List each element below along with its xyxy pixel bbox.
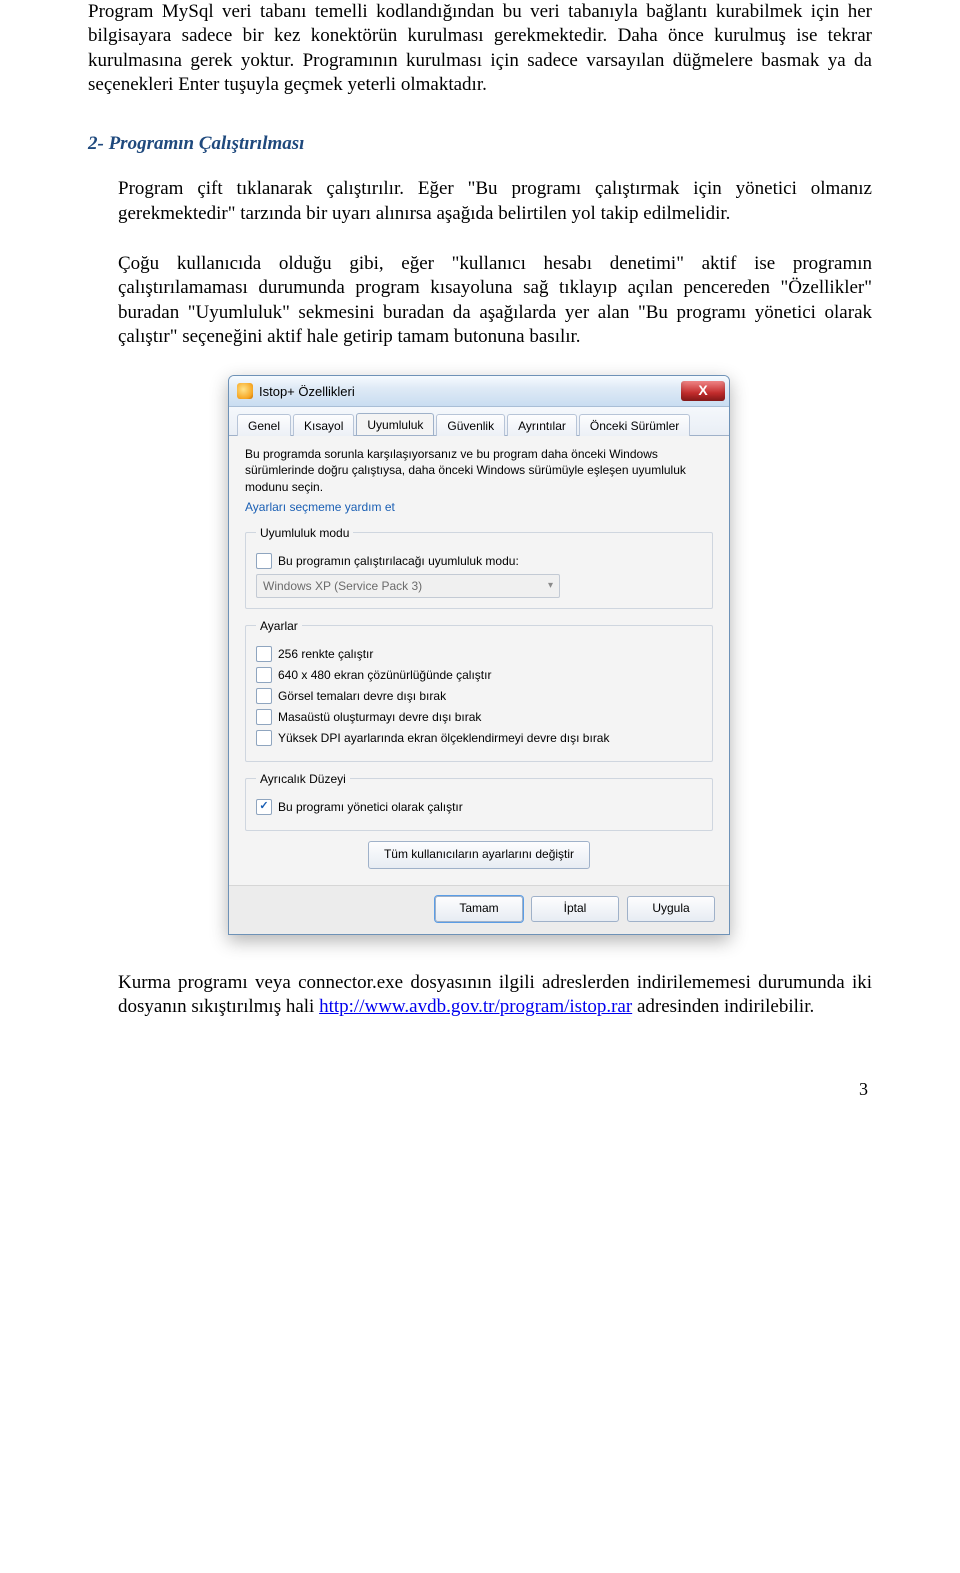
group-privilege: Ayrıcalık Düzeyi Bu programı yönetici ol… [245,772,713,831]
tab-security[interactable]: Güvenlik [436,414,505,436]
chk-disable-dpi-scaling[interactable] [256,730,272,746]
cancel-button[interactable]: İptal [531,896,619,922]
dialog-titlebar: Istop+ Özellikleri X [229,376,729,407]
tab-compatibility[interactable]: Uyumluluk [356,413,434,435]
paragraph-2: Program çift tıklanarak çalıştırılır. Eğ… [118,177,872,226]
group-privilege-legend: Ayrıcalık Düzeyi [256,772,350,786]
tab-previous-versions[interactable]: Önceki Sürümler [579,414,690,436]
compat-mode-combo[interactable]: Windows XP (Service Pack 3) ▾ [256,574,560,598]
apply-button[interactable]: Uygula [627,896,715,922]
chk-disable-themes[interactable] [256,688,272,704]
chk-run-as-admin[interactable] [256,799,272,815]
group-compat-mode: Uyumluluk modu Bu programın çalıştırılac… [245,526,713,609]
tab-details[interactable]: Ayrıntılar [507,414,577,436]
tab-shortcut[interactable]: Kısayol [293,414,354,436]
compat-intro: Bu programda sorunla karşılaşıyorsanız v… [245,446,713,495]
compat-mode-label: Bu programın çalıştırılacağı uyumluluk m… [278,554,519,568]
close-button[interactable]: X [681,381,725,401]
tabstrip: Genel Kısayol Uyumluluk Güvenlik Ayrıntı… [229,407,729,435]
compat-mode-checkbox[interactable] [256,553,272,569]
paragraph-4: Kurma programı veya connector.exe dosyas… [118,971,872,1020]
dialog-button-row: Tamam İptal Uygula [229,885,729,934]
chevron-down-icon: ▾ [548,580,553,591]
chk-640x480[interactable] [256,667,272,683]
chk-256-colors[interactable] [256,646,272,662]
change-all-users-button[interactable]: Tüm kullanıcıların ayarlarını değiştir [368,841,590,869]
help-link[interactable]: Ayarları seçmeme yardım et [245,500,395,514]
download-link[interactable]: http://www.avdb.gov.tr/program/istop.rar [319,996,632,1017]
paragraph-1: Program MySql veri tabanı temelli kodlan… [88,0,872,97]
paragraph-3: Çoğu kullanıcıda olduğu gibi, eğer "kull… [118,252,872,349]
label-disable-themes: Görsel temaları devre dışı bırak [278,689,446,703]
label-256-colors: 256 renkte çalıştır [278,647,373,661]
dialog-body: Bu programda sorunla karşılaşıyorsanız v… [229,435,729,885]
group-compat-legend: Uyumluluk modu [256,526,353,540]
label-run-as-admin: Bu programı yönetici olarak çalıştır [278,800,463,814]
chk-disable-composition[interactable] [256,709,272,725]
section-heading-2: 2- Programın Çalıştırılması [88,133,872,155]
group-settings-legend: Ayarlar [256,619,302,633]
properties-dialog: Istop+ Özellikleri X Genel Kısayol Uyuml… [228,375,730,935]
paragraph-4b: adresinden indirilebilir. [637,996,814,1017]
group-settings: Ayarlar 256 renkte çalıştır 640 x 480 ek… [245,619,713,762]
label-640x480: 640 x 480 ekran çözünürlüğünde çalıştır [278,668,491,682]
dialog-title: Istop+ Özellikleri [259,384,681,399]
label-disable-dpi-scaling: Yüksek DPI ayarlarında ekran ölçeklendir… [278,731,609,745]
tab-general[interactable]: Genel [237,414,291,436]
page-number: 3 [88,1079,872,1100]
label-disable-composition: Masaüstü oluşturmayı devre dışı bırak [278,710,481,724]
ok-button[interactable]: Tamam [435,896,523,922]
app-icon [237,383,253,399]
compat-mode-combo-value: Windows XP (Service Pack 3) [263,579,422,593]
